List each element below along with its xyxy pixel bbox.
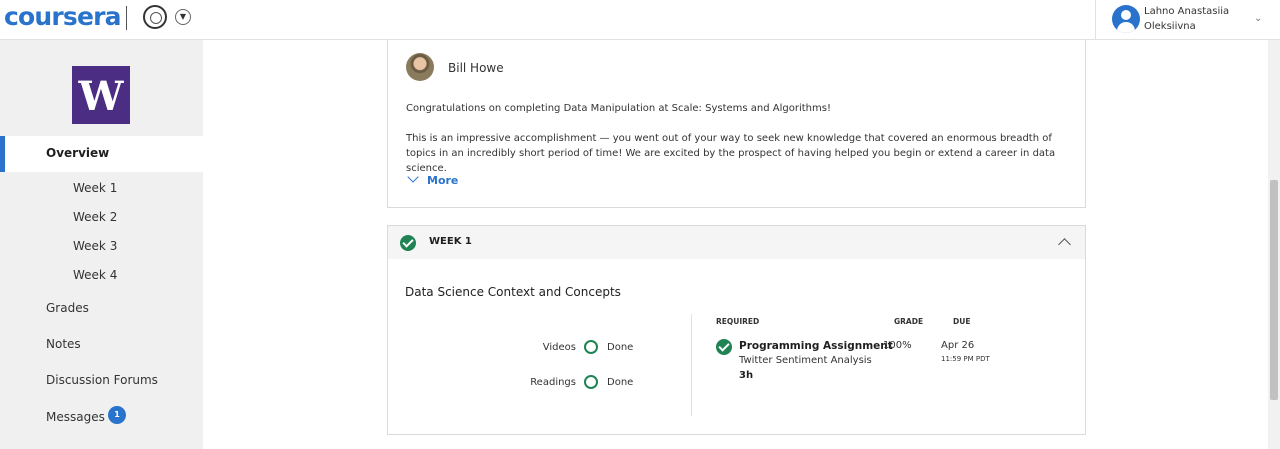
- due-column-header: DUE: [953, 317, 971, 326]
- videos-label: Videos: [542, 342, 576, 353]
- school-logo: W: [72, 66, 130, 124]
- assignment-name[interactable]: Twitter Sentiment Analysis: [739, 355, 872, 366]
- user-name[interactable]: Lahno Anastasiia Oleksiivna: [1144, 4, 1254, 34]
- required-column-header: REQUIRED: [716, 317, 760, 326]
- readings-label: Readings: [530, 377, 576, 388]
- week-title: WEEK 1: [429, 236, 472, 247]
- sidebar-item-notes[interactable]: Notes: [46, 337, 81, 351]
- sidebar-item-discussion-forums[interactable]: Discussion Forums: [46, 373, 158, 387]
- chevron-up-icon[interactable]: [1058, 238, 1071, 251]
- user-menu[interactable]: Lahno Anastasiia Oleksiivna ⌄: [1095, 0, 1280, 40]
- scrollbar-thumb[interactable]: [1270, 180, 1278, 400]
- sidebar-item-week-2[interactable]: Week 2: [73, 210, 117, 224]
- readings-status: Done: [607, 377, 634, 388]
- sidebar-item-week-3[interactable]: Week 3: [73, 239, 117, 253]
- progress-ring-icon: [584, 375, 598, 389]
- week-header[interactable]: WEEK 1: [388, 226, 1085, 259]
- videos-status: Done: [607, 342, 634, 353]
- grade-column-header: GRADE: [894, 317, 924, 326]
- more-button[interactable]: More: [407, 171, 458, 187]
- sidebar-item-messages[interactable]: Messages: [46, 410, 105, 424]
- sidebar: W Overview Week 1 Week 2 Week 3 Week 4 G…: [0, 40, 203, 449]
- coursera-logo[interactable]: coursera: [4, 2, 122, 32]
- instructor-name: Bill Howe: [448, 61, 504, 75]
- chevron-down-icon: [407, 171, 419, 183]
- sidebar-item-overview[interactable]: Overview: [0, 136, 203, 172]
- check-circle-icon: [716, 339, 732, 355]
- assignment-due-time: 11:59 PM PDT: [941, 355, 990, 363]
- university-seal-icon[interactable]: [143, 5, 167, 29]
- logo-divider: [126, 6, 127, 30]
- user-menu-chevron-icon[interactable]: ⌄: [1254, 13, 1262, 24]
- sidebar-item-week-4[interactable]: Week 4: [73, 268, 117, 282]
- assignment-grade: 100%: [883, 340, 912, 351]
- week-topic: Data Science Context and Concepts: [405, 285, 621, 299]
- check-circle-icon: [400, 235, 416, 251]
- message-paragraph-2: This is an impressive accomplishment — y…: [406, 133, 1056, 174]
- assignment-duration: 3h: [739, 370, 754, 381]
- chevron-down-icon[interactable]: ▼: [175, 9, 191, 25]
- assignment-due-date: Apr 26: [941, 340, 975, 351]
- user-avatar-icon[interactable]: [1112, 5, 1140, 33]
- messages-badge: 1: [108, 406, 126, 424]
- column-divider: [691, 314, 692, 416]
- message-paragraph-1: Congratulations on completing Data Manip…: [406, 103, 831, 114]
- instructor-avatar: [406, 53, 434, 81]
- active-indicator: [0, 136, 5, 172]
- progress-ring-icon: [584, 340, 598, 354]
- sidebar-item-week-1[interactable]: Week 1: [73, 181, 117, 195]
- week-1-card: WEEK 1 Data Science Context and Concepts…: [387, 225, 1086, 435]
- sidebar-item-grades[interactable]: Grades: [46, 301, 89, 315]
- top-bar: coursera ▼ Lahno Anastasiia Oleksiivna ⌄: [0, 0, 1280, 40]
- assignment-type-link[interactable]: Programming Assignment: [739, 340, 893, 352]
- instructor-message-card: Bill Howe Congratulations on completing …: [387, 40, 1086, 208]
